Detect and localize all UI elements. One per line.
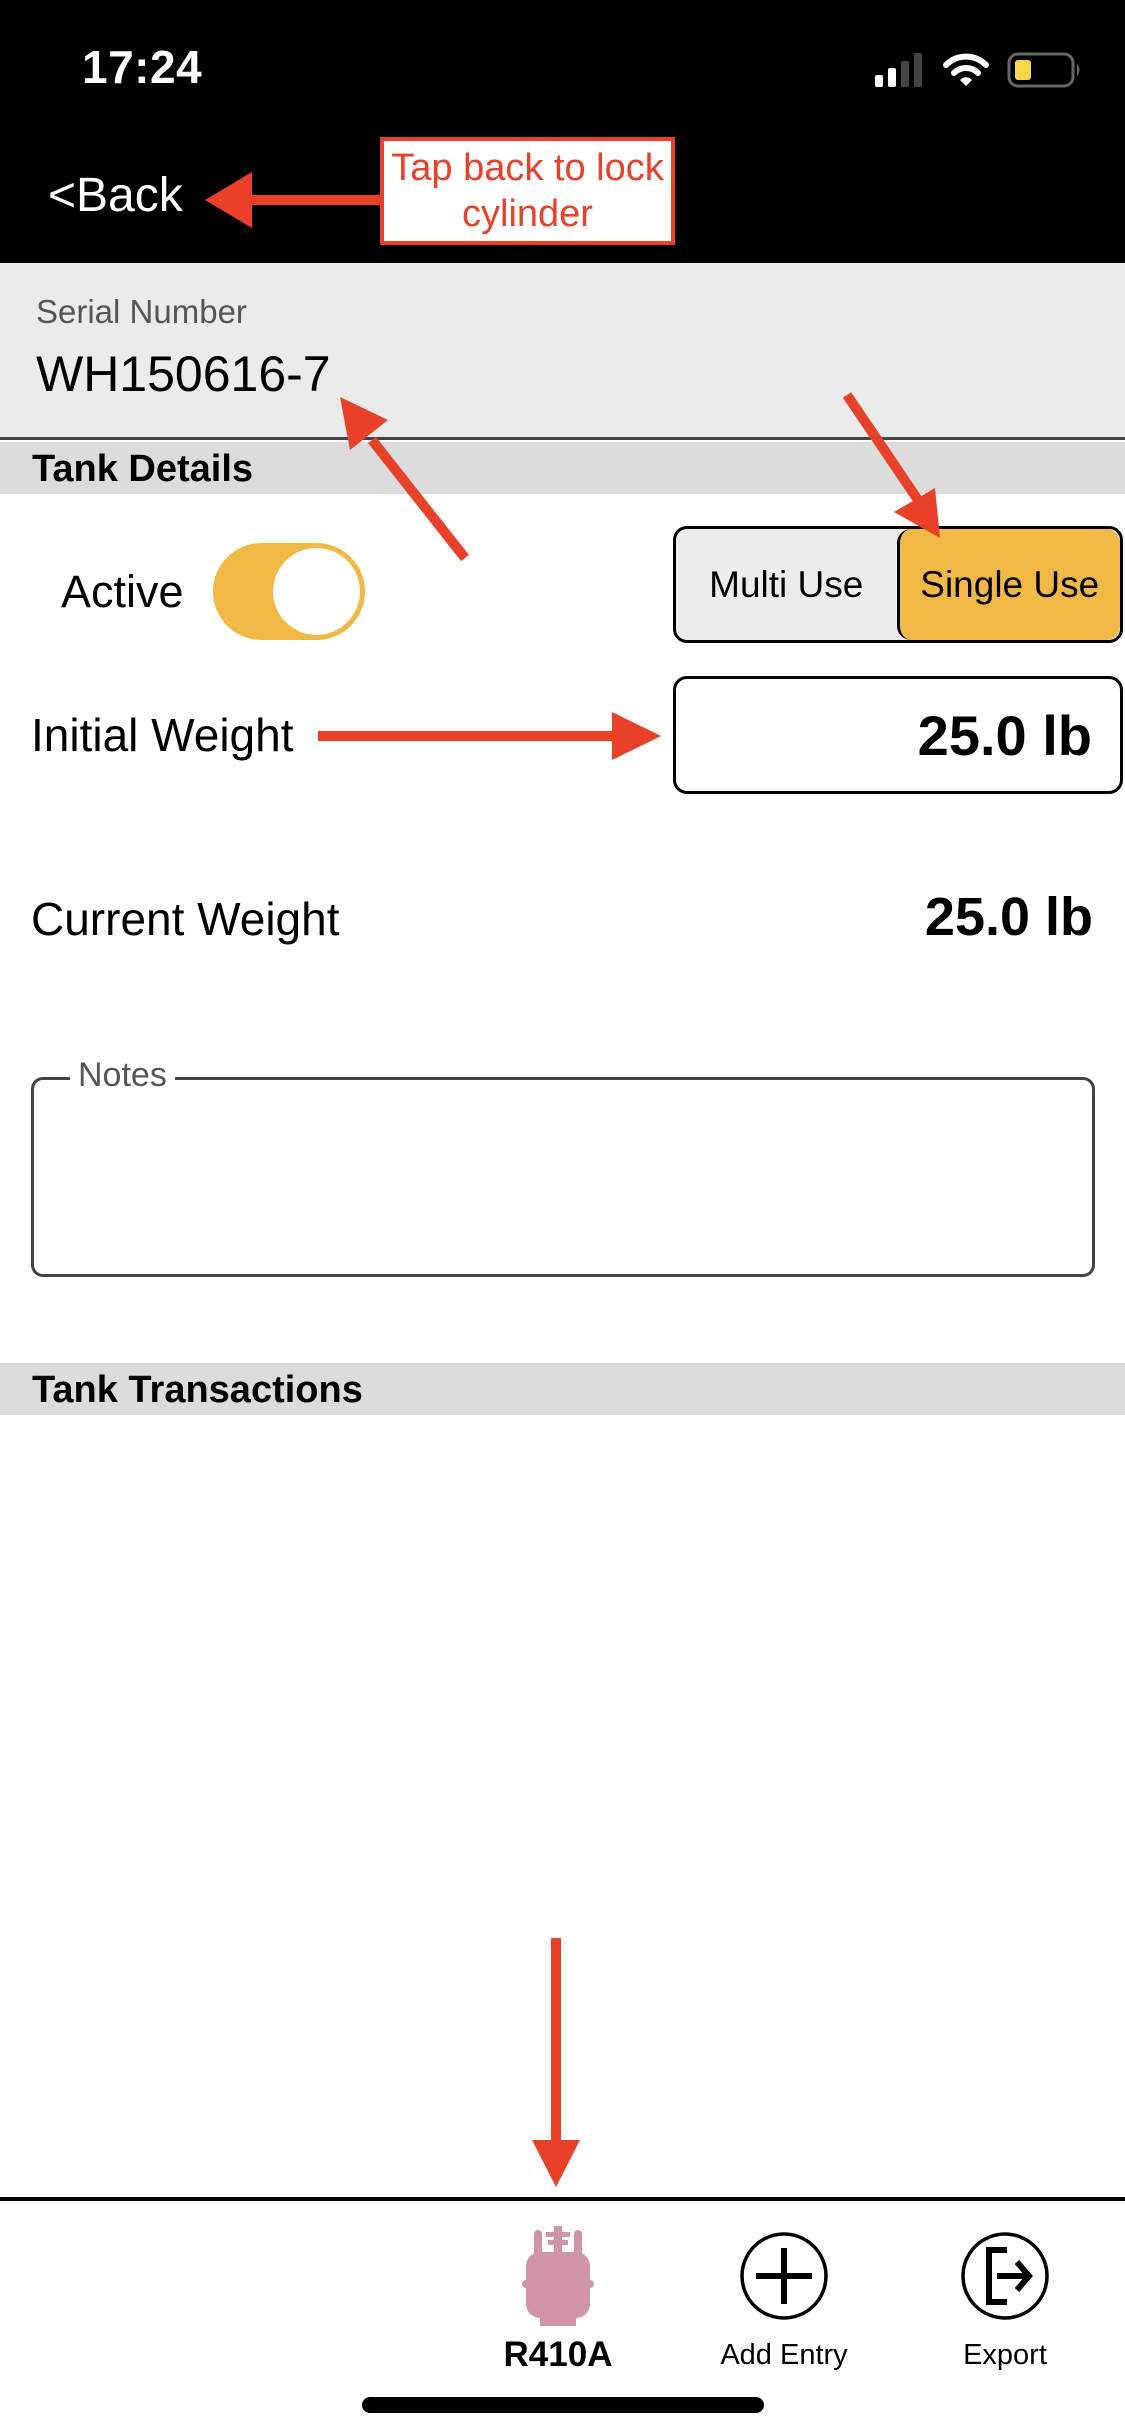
- tank-details-title: Tank Details: [32, 448, 254, 490]
- status-time: 17:24: [82, 41, 203, 93]
- nav-bar: <Back: [0, 130, 1125, 263]
- active-label: Active: [61, 566, 184, 617]
- tab-export[interactable]: Export: [905, 2221, 1105, 2372]
- notes-field[interactable]: Notes: [31, 1056, 1095, 1277]
- notes-textarea[interactable]: [48, 1094, 1078, 1260]
- tab-r410a[interactable]: R410A: [458, 2221, 658, 2375]
- tab-add-entry[interactable]: Add Entry: [684, 2221, 884, 2372]
- segment-multi-use[interactable]: Multi Use: [676, 529, 897, 640]
- back-button[interactable]: <Back: [48, 168, 183, 223]
- use-type-segmented-control: Multi Use Single Use: [673, 526, 1123, 643]
- tab-export-label: Export: [963, 2339, 1047, 2371]
- cellular-signal-icon: [875, 53, 925, 92]
- serial-number-value: WH150616-7: [36, 346, 331, 402]
- current-weight-value: 25.0 lb: [924, 887, 1093, 947]
- initial-weight-label: Initial Weight: [31, 709, 294, 761]
- tank-details-header: Tank Details: [0, 442, 1125, 494]
- status-bar: 17:24: [0, 0, 1125, 130]
- current-weight-label: Current Weight: [31, 893, 340, 945]
- toggle-knob: [273, 548, 360, 635]
- tank-transactions-header: Tank Transactions: [0, 1363, 1125, 1415]
- notes-label: Notes: [70, 1056, 175, 1095]
- battery-icon: [1007, 52, 1083, 93]
- tab-add-entry-label: Add Entry: [720, 2339, 848, 2371]
- export-icon: [955, 2221, 1055, 2331]
- refrigerant-cylinder-icon: [508, 2221, 608, 2331]
- active-toggle[interactable]: [213, 543, 365, 640]
- tank-transactions-title: Tank Transactions: [32, 1369, 363, 1411]
- add-circle-icon: [734, 2221, 834, 2331]
- wifi-icon: [943, 53, 989, 92]
- status-icons: [875, 52, 1083, 93]
- home-indicator[interactable]: [362, 2397, 764, 2413]
- initial-weight-input[interactable]: [673, 676, 1123, 794]
- serial-number-field[interactable]: Serial Number WH150616-7: [0, 263, 1125, 440]
- tab-r410a-label: R410A: [503, 2335, 613, 2374]
- segment-single-use[interactable]: Single Use: [896, 529, 1120, 640]
- serial-number-label: Serial Number: [36, 293, 247, 330]
- tank-transactions-list: [0, 1415, 1125, 2195]
- annotation-arrow-initial-weight: [318, 712, 661, 760]
